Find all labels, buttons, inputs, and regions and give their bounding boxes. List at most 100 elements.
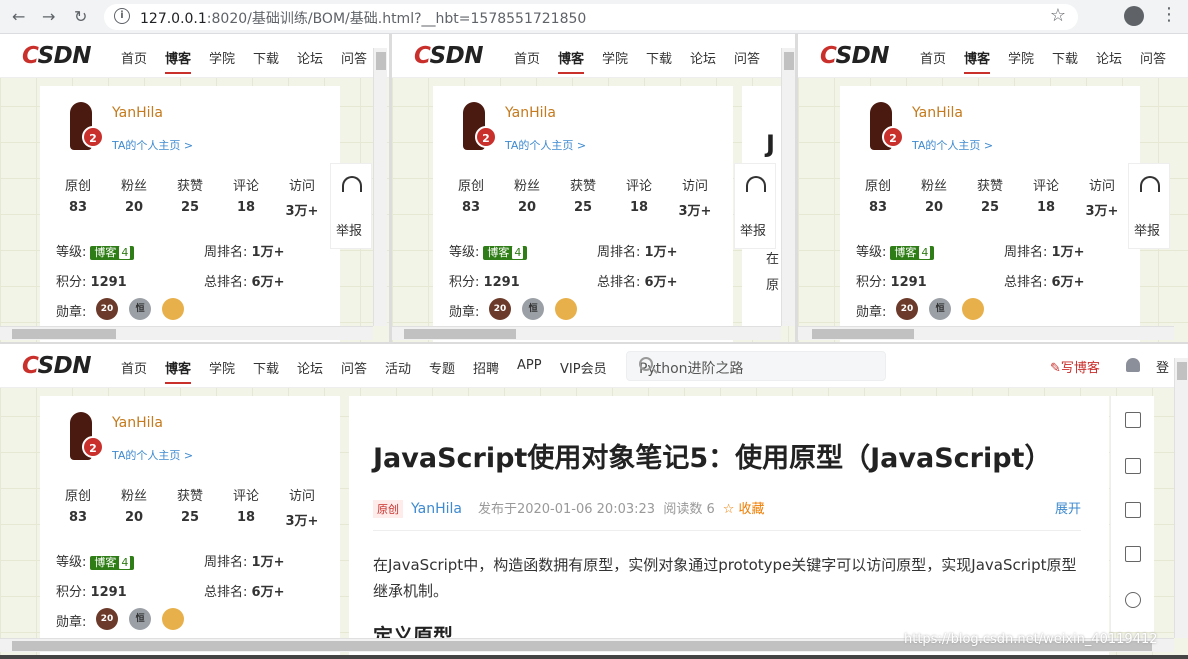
stat-original[interactable]: 原创 83: [449, 175, 493, 215]
stat-visits[interactable]: 访问 3万+: [1080, 175, 1124, 219]
account-icon[interactable]: [1124, 6, 1144, 26]
medal-icon[interactable]: 恒: [129, 298, 152, 320]
csdn-logo[interactable]: CSDN: [22, 43, 91, 69]
medal-icon[interactable]: 恒: [522, 298, 545, 320]
report-button[interactable]: 举报: [336, 220, 362, 239]
medal-icon[interactable]: 20: [96, 608, 118, 630]
stat-likes[interactable]: 获赞 25: [561, 175, 605, 215]
home-link[interactable]: TA的个人主页 >: [505, 137, 586, 153]
nav-qa[interactable]: 问答: [341, 48, 367, 67]
stat-likes[interactable]: 获赞 25: [968, 175, 1012, 215]
stat-comments[interactable]: 评论 18: [1024, 175, 1068, 215]
nav-home[interactable]: 首页: [920, 48, 946, 67]
nav-jobs[interactable]: 招聘: [473, 358, 499, 377]
avatar[interactable]: 2: [459, 102, 497, 154]
level-badge[interactable]: 博客 4: [483, 246, 528, 260]
like-icon[interactable]: [1125, 412, 1141, 428]
nav-forum[interactable]: 论坛: [1096, 48, 1122, 67]
stat-original[interactable]: 原创 83: [56, 485, 100, 525]
catalog-icon[interactable]: [1125, 546, 1141, 562]
stat-original[interactable]: 原创 83: [856, 175, 900, 215]
stat-comments[interactable]: 评论 18: [224, 485, 268, 525]
medal-icon[interactable]: 恒: [129, 608, 152, 630]
stat-likes[interactable]: 获赞 25: [168, 175, 212, 215]
nav-qa[interactable]: 问答: [734, 48, 760, 67]
nav-app[interactable]: APP: [517, 358, 542, 373]
headset-icon[interactable]: [746, 176, 766, 192]
csdn-logo[interactable]: CSDN: [22, 353, 91, 379]
stat-original[interactable]: 原创 83: [56, 175, 100, 215]
nav-topics[interactable]: 专题: [429, 358, 455, 377]
search-icon[interactable]: [639, 357, 653, 371]
nav-academy[interactable]: 学院: [209, 358, 235, 377]
headset-icon[interactable]: [342, 176, 362, 192]
vertical-scrollbar[interactable]: [1174, 358, 1188, 638]
bookmark-star-icon[interactable]: ☆: [1050, 5, 1066, 26]
nav-forum[interactable]: 论坛: [297, 358, 323, 377]
report-button[interactable]: 举报: [1134, 220, 1160, 239]
username[interactable]: YanHila: [112, 415, 163, 431]
address-bar[interactable]: i 127.0.0.1:8020/基础训练/BOM/基础.html?__hbt=…: [104, 4, 1078, 30]
kebab-menu-icon[interactable]: ⋮: [1160, 4, 1178, 25]
headset-icon[interactable]: [1140, 176, 1160, 192]
stat-fans[interactable]: 粉丝 20: [505, 175, 549, 215]
star-icon[interactable]: [1125, 592, 1141, 608]
stat-visits[interactable]: 访问 3万+: [673, 175, 717, 219]
stat-comments[interactable]: 评论 18: [224, 175, 268, 215]
medal-icon[interactable]: 恒: [929, 298, 952, 320]
reload-icon[interactable]: ↻: [74, 7, 87, 26]
nav-blog[interactable]: 博客: [165, 358, 192, 384]
nav-events[interactable]: 活动: [385, 358, 411, 377]
expand-button[interactable]: 展开: [1055, 498, 1081, 517]
info-icon[interactable]: i: [114, 8, 130, 24]
login-link[interactable]: 登: [1156, 357, 1169, 376]
nav-qa[interactable]: 问答: [341, 358, 367, 377]
nav-qa[interactable]: 问答: [1140, 48, 1166, 67]
bell-icon[interactable]: [1126, 358, 1140, 372]
home-link[interactable]: TA的个人主页 >: [112, 447, 193, 463]
nav-academy[interactable]: 学院: [209, 48, 235, 67]
nav-blog[interactable]: 博客: [165, 48, 192, 74]
vertical-scrollbar[interactable]: [373, 48, 387, 326]
nav-academy[interactable]: 学院: [1008, 48, 1034, 67]
level-badge[interactable]: 博客 4: [890, 246, 935, 260]
horizontal-scrollbar[interactable]: [798, 326, 1174, 340]
nav-download[interactable]: 下载: [1052, 48, 1078, 67]
level-badge[interactable]: 博客 4: [90, 556, 135, 570]
nav-home[interactable]: 首页: [121, 358, 147, 377]
nav-vip[interactable]: VIP会员: [560, 358, 607, 377]
nav-download[interactable]: 下载: [253, 358, 279, 377]
nav-download[interactable]: 下载: [253, 48, 279, 67]
back-icon[interactable]: ←: [12, 7, 25, 26]
comment-icon[interactable]: [1125, 502, 1141, 518]
forward-icon[interactable]: →: [42, 7, 55, 26]
horizontal-scrollbar[interactable]: [392, 326, 781, 340]
medal-icon[interactable]: 20: [96, 298, 118, 320]
nav-forum[interactable]: 论坛: [297, 48, 323, 67]
medal-icon[interactable]: 20: [896, 298, 918, 320]
avatar[interactable]: 2: [66, 412, 104, 464]
nav-download[interactable]: 下载: [646, 48, 672, 67]
medal-icon[interactable]: 20: [489, 298, 511, 320]
username[interactable]: YanHila: [505, 105, 556, 121]
stat-visits[interactable]: 访问 3万+: [280, 485, 324, 529]
medal-icon[interactable]: [555, 298, 578, 320]
nav-blog[interactable]: 博客: [964, 48, 991, 74]
csdn-logo[interactable]: CSDN: [414, 43, 483, 69]
username[interactable]: YanHila: [112, 105, 163, 121]
level-badge[interactable]: 博客 4: [90, 246, 135, 260]
stat-visits[interactable]: 访问 3万+: [280, 175, 324, 219]
nav-forum[interactable]: 论坛: [690, 48, 716, 67]
vertical-scrollbar[interactable]: [781, 48, 795, 326]
csdn-logo[interactable]: CSDN: [820, 43, 889, 69]
share-icon[interactable]: [1125, 458, 1141, 474]
nav-home[interactable]: 首页: [514, 48, 540, 67]
home-link[interactable]: TA的个人主页 >: [112, 137, 193, 153]
favorite-button[interactable]: ☆ 收藏: [723, 502, 765, 517]
stat-likes[interactable]: 获赞 25: [168, 485, 212, 525]
stat-fans[interactable]: 粉丝 20: [912, 175, 956, 215]
avatar[interactable]: 2: [66, 102, 104, 154]
medal-icon[interactable]: [962, 298, 985, 320]
stat-comments[interactable]: 评论 18: [617, 175, 661, 215]
report-button[interactable]: 举报: [740, 220, 766, 239]
